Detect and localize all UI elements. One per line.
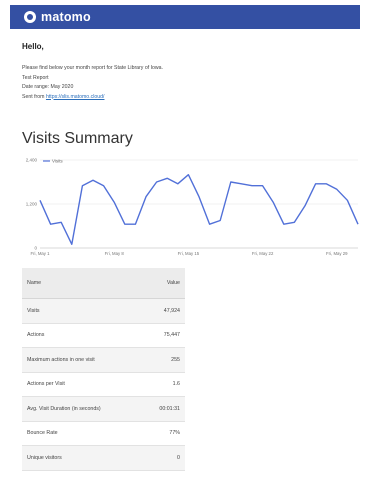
date-range: Date range: May 2020 — [22, 84, 74, 90]
sent-from: Sent from https://slis.matomo.cloud/ — [22, 93, 163, 103]
report-header: matomo — [10, 5, 360, 29]
column-header-value: Value — [141, 268, 185, 299]
metric-name: Bounce Rate — [22, 421, 142, 446]
table-row: Actions 75,447 — [22, 323, 185, 348]
logo-text: matomo — [41, 10, 91, 24]
metric-name: Maximum actions in one visit — [22, 347, 142, 373]
metric-value: 47,924 — [141, 298, 185, 324]
matomo-logo-icon — [24, 11, 36, 23]
sent-from-label: Sent from — [22, 93, 45, 100]
x-tick-label: Fri, May 29 — [326, 251, 348, 256]
visits-series-line — [39, 174, 359, 246]
column-header-name: Name — [22, 268, 142, 299]
metric-name: Unique visitors — [22, 445, 142, 471]
metric-value: 1.6 — [141, 372, 185, 397]
metric-name: Actions — [22, 323, 142, 348]
table-row: Maximum actions in one visit 255 — [22, 347, 185, 373]
y-tick-label: 2,400 — [26, 158, 38, 163]
metric-value: 75,447 — [141, 323, 185, 348]
visits-summary-table: Name Value Visits 47,924 Actions 75,447 Ma… — [22, 268, 185, 471]
metric-value: 0 — [141, 445, 185, 471]
y-tick-label: 1,200 — [26, 202, 38, 207]
sent-from-link[interactable]: https://slis.matomo.cloud/ — [46, 94, 105, 100]
table-row: Bounce Rate 77% — [22, 421, 185, 446]
table-row: Unique visitors 0 — [22, 445, 185, 471]
metric-value: 77% — [141, 421, 185, 446]
metric-name: Visits — [22, 298, 142, 324]
table-row: Actions per Visit 1.6 — [22, 372, 185, 397]
greeting: Hello, — [22, 42, 44, 51]
table-row: Visits 47,924 — [22, 298, 185, 324]
x-tick-label: Fri, May 8 — [105, 251, 125, 256]
x-tick-label: Fri, May 22 — [252, 251, 274, 256]
x-tick-label: Fri, May 15 — [178, 251, 200, 256]
x-tick-label: Fri, May 1 — [30, 251, 50, 256]
table-row: Avg. Visit Duration (in seconds) 00:01:31 — [22, 396, 185, 422]
report-name: Test Report — [22, 74, 49, 81]
metric-value: 00:01:31 — [141, 396, 185, 422]
metric-name: Avg. Visit Duration (in seconds) — [22, 396, 142, 422]
visits-line-chart: 0 1,200 2,400 Fri, May 1 Fri, May 8 Fri, May … — [26, 158, 359, 256]
y-tick-label: 0 — [34, 246, 37, 251]
section-title: Visits Summary — [22, 130, 133, 147]
report-intro: Please find below your month report for … — [22, 64, 163, 102]
metric-value: 255 — [141, 347, 185, 373]
intro-line: Please find below your month report for … — [22, 65, 163, 71]
table-header-row: Name Value — [22, 268, 185, 299]
metric-name: Actions per Visit — [22, 372, 142, 397]
legend-label: Visits — [52, 159, 63, 164]
